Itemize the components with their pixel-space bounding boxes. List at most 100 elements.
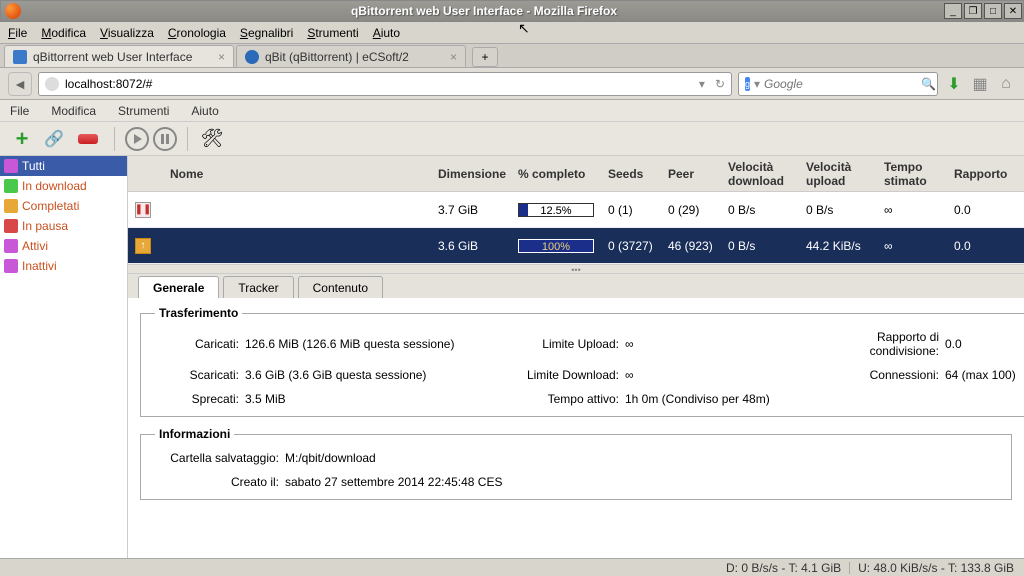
site-icon xyxy=(245,50,259,64)
menu-view[interactable]: Visualizza xyxy=(100,26,154,40)
col-progress[interactable]: % completo xyxy=(518,167,608,181)
progress-bar: 100% xyxy=(518,239,594,253)
close-tab-icon[interactable]: × xyxy=(218,50,225,64)
close-tab-icon[interactable]: × xyxy=(450,50,457,64)
pause-icon xyxy=(4,219,18,233)
inactive-icon xyxy=(4,259,18,273)
menu-help[interactable]: Aiuto xyxy=(373,26,400,40)
reload-icon[interactable]: ↻ xyxy=(715,77,725,91)
main-panel: Nome Dimensione % completo Seeds Peer Ve… xyxy=(128,156,1024,558)
app-content: File Modifica Strumenti Aiuto + 🔗 🛠 Tutt… xyxy=(0,100,1024,558)
nav-toolbar: ◄ ▾ ↻ g ▾ 🔍 ⬇ ▦ ⌂ xyxy=(0,68,1024,100)
sidebar-item-active[interactable]: Attivi xyxy=(0,236,127,256)
app-menu-edit[interactable]: Modifica xyxy=(51,104,96,118)
menu-file[interactable]: File xyxy=(8,26,27,40)
col-ratio[interactable]: Rapporto xyxy=(954,167,1024,181)
search-box[interactable]: g ▾ 🔍 xyxy=(738,72,938,96)
detail-body: Trasferimento Caricati: 126.6 MiB (126.6… xyxy=(128,298,1024,558)
separator xyxy=(187,127,188,151)
star-icon xyxy=(4,159,18,173)
app-menu-tools[interactable]: Strumenti xyxy=(118,104,169,118)
pause-button[interactable] xyxy=(153,127,177,151)
app-menubar: File Modifica Strumenti Aiuto xyxy=(0,100,1024,122)
tab-strip: qBittorrent web User Interface × qBit (q… xyxy=(0,44,1024,68)
search-input[interactable] xyxy=(764,77,921,91)
app-toolbar: + 🔗 🛠 xyxy=(0,122,1024,156)
firefox-icon xyxy=(5,3,21,19)
table-header: Nome Dimensione % completo Seeds Peer Ve… xyxy=(128,156,1024,192)
uploaded-value: 126.6 MiB (126.6 MiB questa sessione) xyxy=(245,337,505,351)
transfer-fieldset: Trasferimento Caricati: 126.6 MiB (126.6… xyxy=(140,306,1024,417)
progress-bar: 12.5% xyxy=(518,203,594,217)
resume-button[interactable] xyxy=(125,127,149,151)
sidebar-item-paused[interactable]: In pausa xyxy=(0,216,127,236)
apps-icon[interactable]: ▦ xyxy=(970,74,990,94)
tab-general[interactable]: Generale xyxy=(138,276,219,298)
search-icon[interactable]: 🔍 xyxy=(921,77,936,91)
col-peer[interactable]: Peer xyxy=(668,167,728,181)
new-tab-button[interactable]: + xyxy=(472,47,498,67)
close-button[interactable]: ✕ xyxy=(1004,3,1022,19)
col-dlspeed[interactable]: Velocità download xyxy=(728,160,806,188)
sidebar-item-completed[interactable]: Completati xyxy=(0,196,127,216)
sidebar-item-inactive[interactable]: Inattivi xyxy=(0,256,127,276)
status-bar: D: 0 B/s/s - T: 4.1 GiB U: 48.0 KiB/s/s … xyxy=(0,558,1024,576)
separator xyxy=(114,127,115,151)
minimize-button[interactable]: _ xyxy=(944,3,962,19)
menu-tools[interactable]: Strumenti xyxy=(307,26,358,40)
dllimit-value: ∞ xyxy=(625,368,805,382)
col-eta[interactable]: Tempo stimato xyxy=(884,160,954,188)
window-titlebar: qBittorrent web User Interface - Mozilla… xyxy=(0,0,1024,22)
menu-history[interactable]: Cronologia xyxy=(168,26,226,40)
download-icon xyxy=(4,179,18,193)
tab-content[interactable]: Contenuto xyxy=(298,276,383,298)
add-torrent-button[interactable]: + xyxy=(8,125,36,153)
wasted-value: 3.5 MiB xyxy=(245,392,505,406)
save-path-value: M:/qbit/download xyxy=(285,451,685,465)
globe-icon xyxy=(45,77,59,91)
google-icon: g xyxy=(745,77,750,91)
download-icon[interactable]: ⬇ xyxy=(944,74,964,94)
dropdown-icon[interactable]: ▾ xyxy=(699,77,705,91)
settings-button[interactable]: 🛠 xyxy=(198,125,226,153)
active-time-value: 1h 0m (Condiviso per 48m) xyxy=(625,392,805,406)
tab-tracker[interactable]: Tracker xyxy=(223,276,293,298)
app-menu-file[interactable]: File xyxy=(10,104,29,118)
sidebar-item-all[interactable]: Tutti xyxy=(0,156,127,176)
add-link-button[interactable]: 🔗 xyxy=(40,125,68,153)
firefox-menubar: File Modifica Visualizza Cronologia Segn… xyxy=(0,22,1024,44)
detail-tabs: Generale Tracker Contenuto xyxy=(128,274,1024,298)
ratio-value: 0.0 xyxy=(945,337,1024,351)
maximize-button[interactable]: □ xyxy=(984,3,1002,19)
upload-icon xyxy=(4,199,18,213)
info-legend: Informazioni xyxy=(155,427,234,441)
col-size[interactable]: Dimensione xyxy=(438,167,518,181)
tab-ecsoft[interactable]: qBit (qBittorrent) | eCSoft/2 × xyxy=(236,45,466,67)
url-input[interactable] xyxy=(65,77,699,91)
splitter[interactable]: ••• xyxy=(128,264,1024,274)
transfer-legend: Trasferimento xyxy=(155,306,242,320)
back-button[interactable]: ◄ xyxy=(8,72,32,96)
sidebar-item-downloading[interactable]: In download xyxy=(0,176,127,196)
status-upload: U: 48.0 KiB/s/s - T: 133.8 GiB xyxy=(858,561,1014,575)
menu-bookmarks[interactable]: Segnalibri xyxy=(240,26,293,40)
home-icon[interactable]: ⌂ xyxy=(996,74,1016,94)
window-title: qBittorrent web User Interface - Mozilla… xyxy=(25,4,943,18)
col-seeds[interactable]: Seeds xyxy=(608,167,668,181)
table-row[interactable]: ❚❚ 3.7 GiB 12.5% 0 (1) 0 (29) 0 B/s 0 B/… xyxy=(128,192,1024,228)
app-menu-help[interactable]: Aiuto xyxy=(191,104,218,118)
table-row[interactable]: ↑ 3.6 GiB 100% 0 (3727) 46 (923) 0 B/s 4… xyxy=(128,228,1024,264)
col-ulspeed[interactable]: Velocità upload xyxy=(806,160,884,188)
connections-value: 64 (max 100) xyxy=(945,368,1024,382)
search-dropdown-icon[interactable]: ▾ xyxy=(754,77,760,91)
col-name[interactable]: Nome xyxy=(158,167,438,181)
uplimit-value: ∞ xyxy=(625,337,805,351)
menu-edit[interactable]: Modifica xyxy=(41,26,86,40)
seeding-icon: ↑ xyxy=(135,238,151,254)
active-icon xyxy=(4,239,18,253)
tab-qbittorrent[interactable]: qBittorrent web User Interface × xyxy=(4,45,234,67)
url-bar[interactable]: ▾ ↻ xyxy=(38,72,732,96)
restore-button[interactable]: ❐ xyxy=(964,3,982,19)
sidebar: Tutti In download Completati In pausa At… xyxy=(0,156,128,558)
remove-button[interactable] xyxy=(78,134,98,144)
